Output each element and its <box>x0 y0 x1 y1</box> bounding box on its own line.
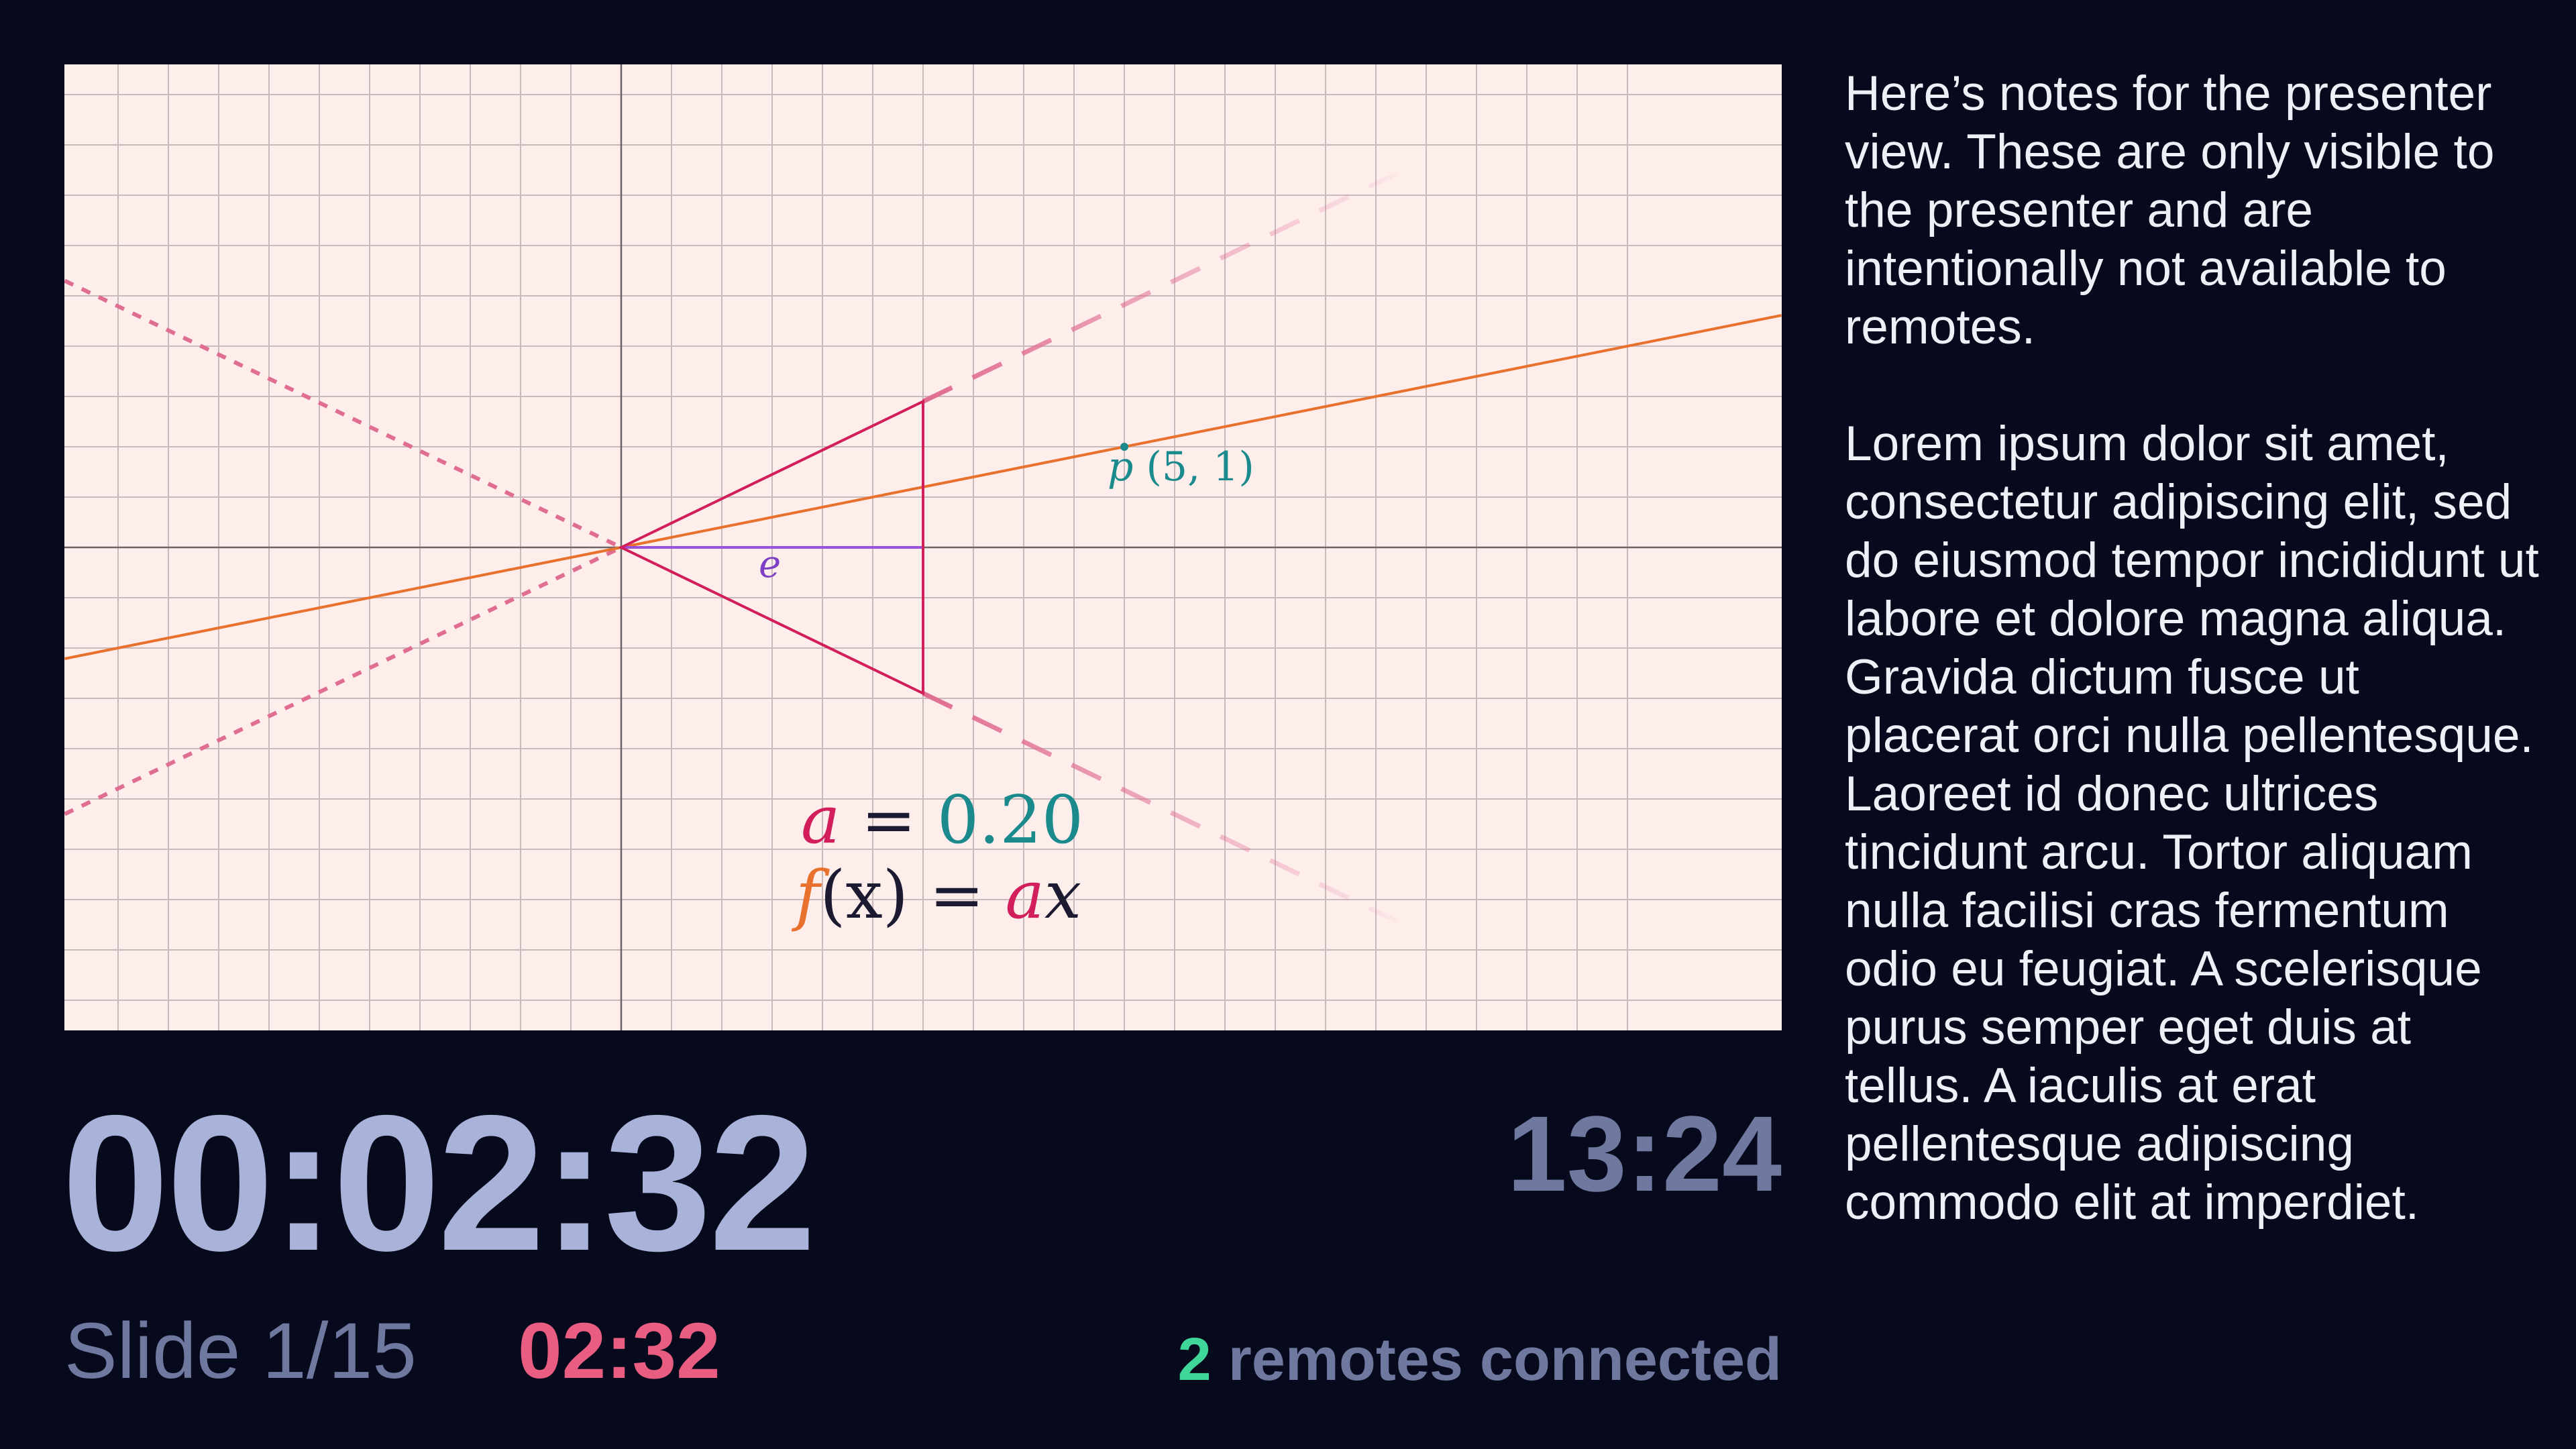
notes-paragraph: Here’s notes for the presenter view. The… <box>1845 66 2495 354</box>
dashed-ray-left-lower <box>64 545 623 816</box>
remotes-count: 2 <box>1177 1326 1212 1393</box>
equation-a: a = 0.20 <box>801 782 1084 859</box>
presenter-notes: Here’s notes for the presenter view. The… <box>1845 64 2542 1290</box>
edge-label: e <box>759 543 782 586</box>
slide-timer: 02:32 <box>518 1307 720 1395</box>
equation-f: f(x) = ax <box>796 857 1082 934</box>
slide-preview: p (5, 1) e a = 0.20 f(x) = ax <box>64 64 1782 1030</box>
slide-counter: Slide 1/15 <box>64 1307 417 1395</box>
dashed-ray-left-upper <box>64 278 623 549</box>
remotes-status: 2 remotes connected <box>1178 1330 1782 1390</box>
point-label: p (5, 1) <box>1108 443 1254 490</box>
clock: 13:24 <box>1507 1093 1782 1214</box>
elapsed-timer: 00:02:32 <box>62 1075 816 1291</box>
remotes-label: remotes connected <box>1211 1326 1782 1393</box>
notes-paragraph: Lorem ipsum dolor sit amet, consectetur … <box>1845 417 2539 1230</box>
